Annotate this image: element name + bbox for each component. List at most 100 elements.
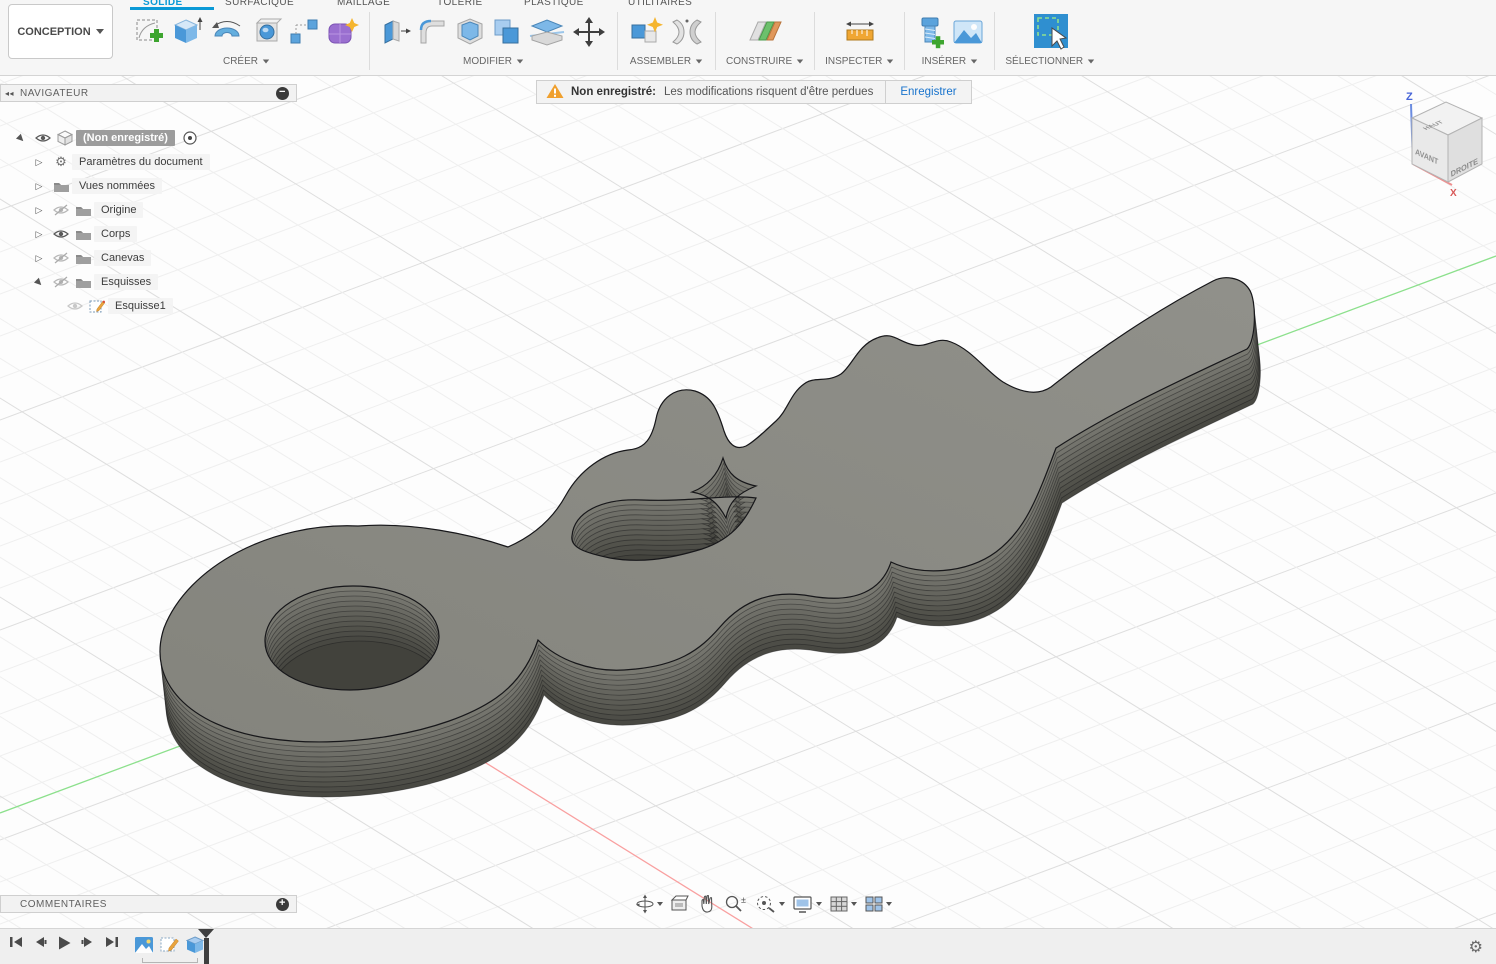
timeline-group-bracket [142, 958, 198, 963]
new-component-icon[interactable] [628, 15, 664, 49]
viewcube[interactable]: Z X HAUT AVANT DROITE [1386, 78, 1496, 208]
tree-item--non-enregistré-[interactable]: ▶ (Non enregistré) [10, 128, 201, 148]
sketch-feature-icon[interactable] [159, 934, 181, 956]
tree-item-esquisses[interactable]: ▶ Esquisses [28, 272, 158, 292]
group-label-insérer[interactable]: INSÉRER [922, 56, 978, 67]
group-assembler: ASSEMBLER [622, 12, 711, 67]
fillet-icon[interactable] [417, 16, 449, 48]
workspace-selector[interactable]: CONCEPTION [8, 4, 113, 59]
save-button[interactable]: Enregistrer [886, 86, 970, 98]
navigator-header[interactable]: ◂◂ NAVIGATEUR − [0, 84, 297, 102]
extrude-icon[interactable] [171, 16, 203, 48]
canvas-feature-icon[interactable] [133, 934, 155, 956]
combine-icon[interactable] [491, 16, 523, 48]
chevron-down-icon[interactable] [851, 902, 857, 906]
grid-display-icon[interactable] [829, 894, 857, 914]
go-to-start-button[interactable] [8, 935, 24, 956]
eye-off-icon[interactable] [50, 252, 72, 264]
revolve-icon[interactable] [208, 16, 246, 48]
chevron-down-icon[interactable] [657, 902, 663, 906]
tree-item-origine[interactable]: ▷ Origine [28, 200, 143, 220]
eye-icon[interactable] [32, 132, 54, 144]
group-label-modifier[interactable]: MODIFIER [463, 56, 524, 67]
joint-icon[interactable] [669, 16, 705, 48]
insert-fastener-icon[interactable] [915, 15, 947, 49]
play-button[interactable] [56, 935, 72, 956]
tab-plastique[interactable]: PLASTIQUE [524, 0, 584, 8]
radio-icon[interactable] [179, 130, 201, 146]
folder-icon [72, 204, 94, 217]
add-comment-icon[interactable]: + [276, 898, 289, 911]
group-label-construire[interactable]: CONSTRUIRE [726, 56, 804, 67]
timeline-position-marker[interactable] [197, 929, 215, 964]
minimize-icon[interactable]: − [276, 87, 289, 100]
step-back-button[interactable] [32, 935, 48, 956]
collapse-panel-icon[interactable]: ◂◂ [5, 89, 14, 98]
expand-icon[interactable]: ▷ [28, 205, 50, 216]
tree-item-label[interactable]: Origine [94, 202, 143, 218]
split-body-icon[interactable] [528, 16, 566, 48]
tree-item-label[interactable]: Paramètres du document [72, 154, 210, 170]
tree-item-label[interactable]: Vues nommées [72, 178, 162, 194]
tab-maillage[interactable]: MAILLAGE [337, 0, 390, 8]
tree-item-label[interactable]: Corps [94, 226, 137, 242]
expand-icon[interactable]: ▷ [28, 253, 50, 264]
tree-item-label[interactable]: Esquisses [94, 274, 158, 290]
fit-icon[interactable] [755, 894, 785, 914]
tree-item-paramètres-du-document[interactable]: ▷⚙Paramètres du document [28, 152, 210, 172]
tree-item-label[interactable]: Esquisse1 [108, 298, 173, 314]
go-to-end-button[interactable] [104, 935, 120, 956]
eye-off-icon[interactable] [50, 276, 72, 288]
tree-item-vues-nommées[interactable]: ▷ Vues nommées [28, 176, 162, 196]
tab-surfacique[interactable]: SURFACIQUE [225, 0, 294, 8]
pattern-icon[interactable] [288, 16, 320, 48]
pan-icon[interactable] [697, 894, 717, 914]
viewports-icon[interactable] [864, 894, 892, 914]
tree-item-canevas[interactable]: ▷ Canevas [28, 248, 151, 268]
group-label-inspecter[interactable]: INSPECTER [825, 56, 894, 67]
eye-dim-icon[interactable] [64, 300, 86, 312]
tree-item-label[interactable]: Canevas [94, 250, 151, 266]
hole-icon[interactable] [251, 16, 283, 48]
group-label-assembler[interactable]: ASSEMBLER [630, 56, 703, 67]
expand-icon[interactable]: ▷ [28, 229, 50, 240]
display-settings-icon[interactable] [792, 894, 822, 914]
folder-icon [50, 180, 72, 193]
collapse-icon[interactable]: ▶ [9, 126, 32, 149]
navigator-title: NAVIGATEUR [20, 88, 276, 99]
expand-icon[interactable]: ▷ [28, 181, 50, 192]
sketch-icon [86, 298, 108, 314]
form-icon[interactable] [325, 16, 359, 48]
zoom-icon[interactable]: ± [724, 894, 748, 914]
step-forward-button[interactable] [80, 935, 96, 956]
eye-icon[interactable] [50, 228, 72, 240]
select-icon[interactable] [1028, 12, 1072, 52]
group-label-sélectionner[interactable]: SÉLECTIONNER [1005, 56, 1095, 67]
tree-item-corps[interactable]: ▷ Corps [28, 224, 137, 244]
tree-item-esquisse1[interactable]: Esquisse1 [64, 296, 173, 316]
construction-plane-icon[interactable] [748, 16, 782, 48]
3d-viewport[interactable] [0, 0, 1496, 964]
expand-icon[interactable]: ▷ [28, 157, 50, 168]
measure-icon[interactable] [843, 16, 877, 48]
shell-icon[interactable] [454, 16, 486, 48]
insert-image-icon[interactable] [952, 18, 984, 46]
folder-icon [72, 228, 94, 241]
orbit-icon[interactable] [635, 894, 663, 914]
press-pull-icon[interactable] [380, 16, 412, 48]
tab-utilitaires[interactable]: UTILITAIRES [628, 0, 692, 8]
group-label-créer[interactable]: CRÉER [223, 56, 270, 67]
chevron-down-icon[interactable] [816, 902, 822, 906]
tree-item-label[interactable]: (Non enregistré) [76, 130, 175, 146]
model-body[interactable] [160, 278, 1260, 797]
move-icon[interactable] [571, 15, 607, 49]
gear-icon[interactable]: ⚙ [1469, 937, 1483, 956]
look-at-icon[interactable] [670, 894, 690, 914]
tab-tôlerie[interactable]: TÔLERIE [437, 0, 483, 8]
chevron-down-icon[interactable] [779, 902, 785, 906]
create-sketch-icon[interactable] [134, 16, 166, 48]
collapse-icon[interactable]: ▶ [27, 270, 50, 293]
chevron-down-icon[interactable] [886, 902, 892, 906]
comments-header[interactable]: ◂◂ COMMENTAIRES + [0, 895, 297, 913]
eye-off-icon[interactable] [50, 204, 72, 216]
